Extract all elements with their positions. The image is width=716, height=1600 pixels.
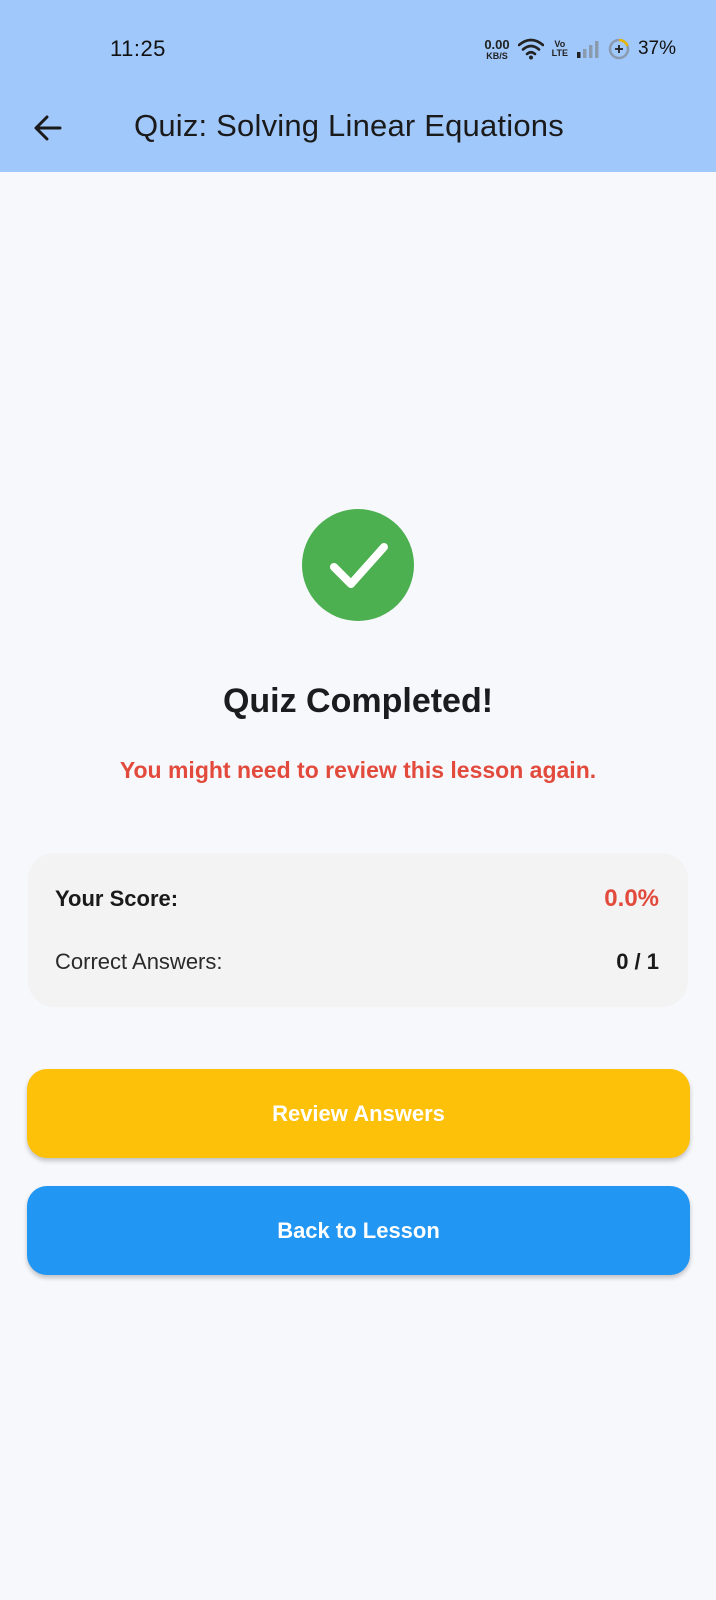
back-button[interactable] — [22, 104, 74, 156]
score-value: 0.0% — [604, 885, 659, 912]
correct-answers-value: 0 / 1 — [616, 949, 659, 974]
battery-saver-icon — [608, 38, 630, 60]
score-card: Your Score: 0.0% Correct Answers: 0 / 1 — [28, 853, 688, 1007]
status-time: 11:25 — [110, 36, 166, 61]
network-speed: 0.00 KB/S — [484, 38, 509, 61]
feedback-message: You might need to review this lesson aga… — [119, 757, 597, 783]
page-title: Quiz: Solving Linear Equations — [134, 108, 564, 143]
status-bar: 11:25 0.00 KB/S Vo LTE 37% — [0, 0, 716, 88]
score-label: Your Score: — [55, 886, 179, 911]
check-circle-icon — [302, 509, 414, 621]
network-speed-unit: KB/S — [486, 50, 508, 61]
wifi-icon — [517, 38, 544, 60]
arrow-left-icon — [33, 113, 63, 148]
quiz-completed-heading: Quiz Completed! — [222, 682, 494, 720]
battery-percent: 37% — [637, 38, 676, 59]
correct-answers-label: Correct Answers: — [55, 949, 223, 974]
back-to-lesson-button[interactable]: Back to Lesson — [27, 1186, 690, 1275]
volte-bottom: LTE — [551, 48, 568, 58]
correct-answers-row: Correct Answers: 0 / 1 — [55, 946, 659, 978]
review-answers-button[interactable]: Review Answers — [27, 1069, 690, 1158]
network-speed-value: 0.00 — [484, 36, 510, 52]
score-row: Your Score: 0.0% — [55, 883, 659, 915]
toolbar: Quiz: Solving Linear Equations — [0, 88, 716, 172]
status-icons: 0.00 KB/S Vo LTE 37% — [484, 34, 676, 64]
signal-icon — [576, 39, 600, 59]
volte-indicator: Vo LTE — [552, 40, 568, 58]
app-header: 11:25 0.00 KB/S Vo LTE 37% Quiz: Solving… — [0, 0, 716, 172]
